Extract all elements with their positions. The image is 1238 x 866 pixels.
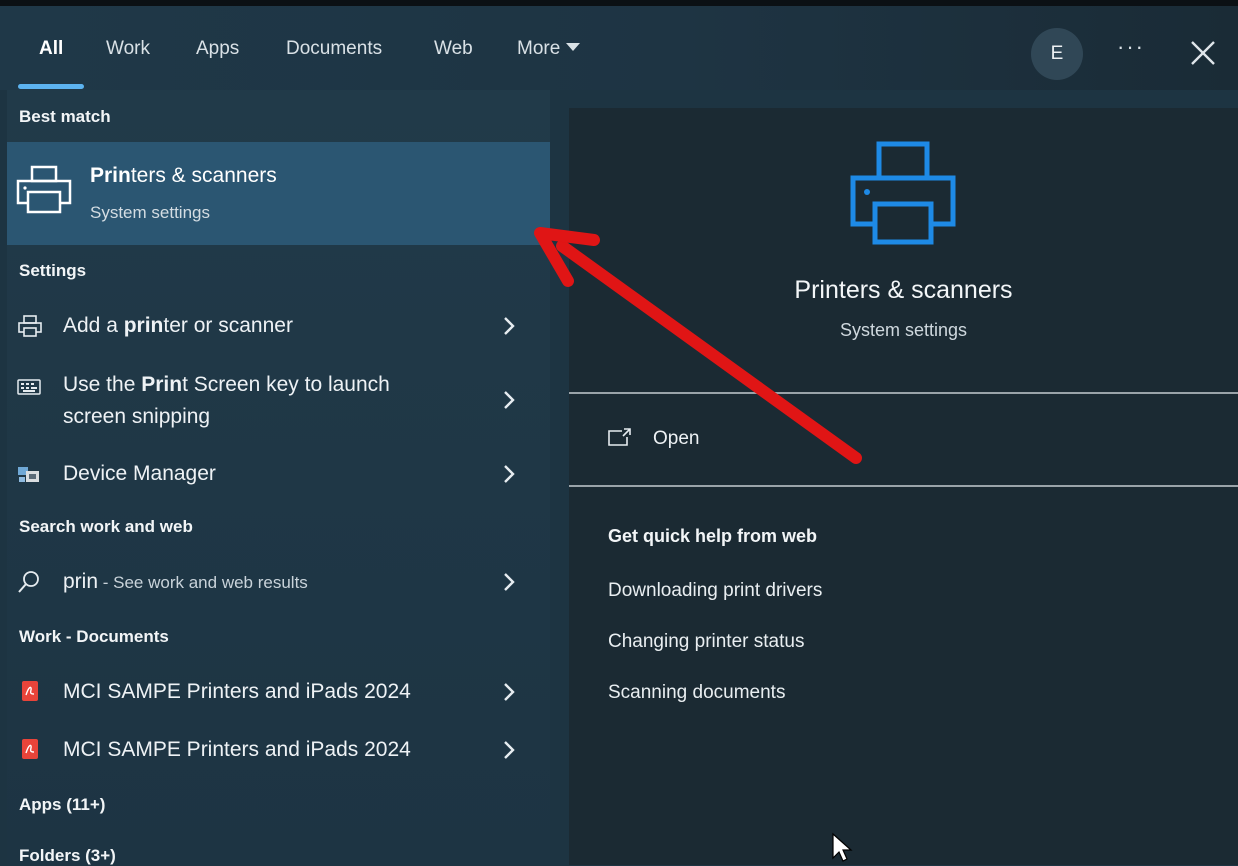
web-search-suffix: - See work and web results [98,573,308,592]
results-list: Best match Printers & scanners System se… [7,90,550,865]
section-settings: Settings [19,261,87,280]
settings-item-label-highlight: Prin [141,373,183,396]
settings-item-device-manager[interactable]: Device Manager [7,450,550,498]
quick-help-header: Get quick help from web [608,526,818,546]
active-tab-indicator [18,84,84,89]
chevron-right-icon [504,465,515,483]
divider [569,485,1238,487]
search-icon [18,571,39,593]
open-action[interactable]: Open [569,408,1238,472]
preview-subtitle: System settings [839,320,968,340]
account-avatar[interactable]: E [1031,28,1083,80]
section-apps[interactable]: Apps (11+) [19,795,105,815]
settings-item-label: Add a printer or scanner [63,310,293,342]
preview-pane: Printers & scanners System settings Open… [569,108,1238,865]
section-work-documents: Work - Documents [19,627,169,646]
search-scope-tabbar: All Work Apps Documents Web More E ··· [0,6,1238,90]
web-search-item[interactable]: prin - See work and web results [7,558,550,606]
section-search-work-web: Search work and web [19,517,193,536]
settings-item-label-post: t Screen key to launch [182,373,390,396]
device-manager-icon [18,467,39,482]
help-link[interactable]: Changing printer status [608,631,804,653]
printer-icon [850,141,956,245]
open-label: Open [653,428,700,449]
open-external-icon [608,428,631,446]
pdf-icon [22,681,38,701]
chevron-right-icon [504,317,515,335]
printer-icon [16,165,72,214]
settings-item-label-highlight: prin [123,314,164,337]
document-item-label: MCI SAMPE Printers and iPads 2024 [63,680,411,703]
settings-item-label-pre: Add a [63,314,124,337]
tab-documents[interactable]: Documents [286,38,382,60]
best-match-title-rest: ters & scanners [130,164,277,187]
settings-item-print-screen[interactable]: Use the Print Screen key to launch screen… [7,365,550,435]
best-match-title: Printers & scanners [90,164,277,188]
settings-item-label-line2: screen snipping [63,405,211,428]
best-match-item[interactable]: Printers & scanners System settings [7,142,550,245]
divider [569,392,1238,394]
chevron-right-icon [504,573,515,591]
tab-more-label: More [517,38,561,59]
preview-title: Printers & scanners [794,276,1013,304]
help-link[interactable]: Scanning documents [608,682,785,704]
chevron-right-icon [504,741,515,759]
tab-web[interactable]: Web [434,38,473,60]
chevron-right-icon [504,683,515,701]
document-item-label: MCI SAMPE Printers and iPads 2024 [63,738,411,761]
web-search-query: prin [63,570,99,593]
document-item[interactable]: MCI SAMPE Printers and iPads 2024 [7,726,550,774]
document-item[interactable]: MCI SAMPE Printers and iPads 2024 [7,668,550,716]
close-icon[interactable] [1188,38,1218,68]
chevron-right-icon [504,391,515,409]
tab-more[interactable]: More [517,38,581,60]
settings-item-label: Use the Print Screen key to launch screen… [63,369,390,433]
chevron-down-icon [566,42,581,51]
settings-item-label-post: ter or scanner [163,314,293,337]
printer-icon [18,315,42,337]
settings-item-label-pre: Use the [63,373,142,396]
section-best-match: Best match [19,107,111,126]
best-match-title-highlight: Prin [90,164,131,187]
more-options-icon[interactable]: ··· [1117,34,1145,60]
tab-apps[interactable]: Apps [196,38,239,60]
section-folders[interactable]: Folders (3+) [19,846,116,866]
settings-item-label: Device Manager [63,462,216,485]
tab-all[interactable]: All [39,38,63,60]
web-search-label: prin - See work and web results [63,566,308,599]
help-link[interactable]: Downloading print drivers [608,580,822,602]
settings-item-add-printer[interactable]: Add a printer or scanner [7,302,550,350]
keyboard-icon [17,379,41,395]
tab-work[interactable]: Work [106,38,150,60]
best-match-subtitle: System settings [90,203,210,222]
pdf-icon [22,739,38,759]
